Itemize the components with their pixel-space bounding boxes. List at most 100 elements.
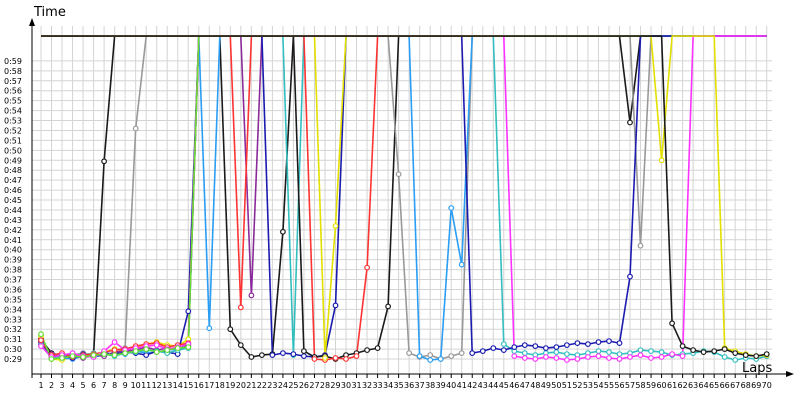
data-point xyxy=(143,352,150,359)
data-point xyxy=(564,357,570,363)
x-tick-label: 11 xyxy=(141,381,151,390)
data-point xyxy=(111,352,118,359)
data-point xyxy=(185,344,192,351)
x-tick-label: 2 xyxy=(49,381,54,390)
x-tick-label: 54 xyxy=(593,381,603,390)
x-tick-label: 31 xyxy=(351,381,361,390)
data-point xyxy=(290,351,297,358)
data-point xyxy=(448,205,455,211)
data-point xyxy=(332,355,339,361)
data-point xyxy=(458,261,465,268)
data-point xyxy=(721,354,728,360)
y-tick-label: 0:47 xyxy=(4,176,22,185)
x-tick-label: 24 xyxy=(278,381,288,390)
data-point xyxy=(574,356,581,362)
data-point xyxy=(553,355,560,361)
y-tick-label: 0:55 xyxy=(4,97,22,106)
data-point xyxy=(521,355,528,361)
series-line-12 xyxy=(41,35,767,360)
data-point xyxy=(153,349,160,356)
x-tick-label: 47 xyxy=(520,381,530,390)
y-tick-label: 0:50 xyxy=(4,146,22,155)
x-tick-label: 50 xyxy=(551,381,561,390)
data-point xyxy=(132,348,139,355)
x-tick-label: 64 xyxy=(699,381,709,390)
data-point xyxy=(448,353,455,360)
data-point xyxy=(627,354,633,360)
y-tick-label: 0:42 xyxy=(4,226,22,235)
data-point xyxy=(38,343,44,350)
x-tick-label: 46 xyxy=(509,381,519,390)
data-point xyxy=(395,171,402,178)
data-point xyxy=(763,351,770,358)
y-tick-label: 0:29 xyxy=(4,355,22,364)
data-point xyxy=(658,157,665,164)
data-point xyxy=(521,342,528,349)
data-point xyxy=(585,354,591,360)
y-tick-label: 0:31 xyxy=(4,335,22,344)
x-tick-label: 26 xyxy=(299,381,309,390)
y-tick-label: 0:39 xyxy=(4,256,22,265)
y-tick-label: 0:56 xyxy=(4,87,22,96)
lap-times-chart-svg: 1 2 3 4 5 6 7 8 9 10 11 12 13 14 15 16 17 18 19 20 21 22 23 24 2… xyxy=(4,5,794,390)
data-point xyxy=(700,349,707,356)
x-tick-label: 8 xyxy=(112,381,117,390)
series-line-19 xyxy=(41,35,767,361)
x-tick-label: 28 xyxy=(320,381,330,390)
data-point xyxy=(574,340,581,347)
x-tick-label: 23 xyxy=(267,381,277,390)
data-point xyxy=(595,348,602,355)
x-tick-label: 34 xyxy=(383,381,393,390)
y-tick-label: 0:57 xyxy=(4,77,22,86)
x-tick-label: 19 xyxy=(225,381,235,390)
data-point xyxy=(669,320,675,327)
x-tick-label: 70 xyxy=(762,381,772,390)
x-tick-label: 35 xyxy=(394,381,404,390)
y-tick-label: 0:53 xyxy=(4,117,22,126)
x-tick-label: 55 xyxy=(604,381,614,390)
data-point xyxy=(679,353,686,360)
data-point xyxy=(732,357,739,363)
y-tick-label: 0:35 xyxy=(4,295,22,304)
data-point xyxy=(101,158,107,165)
data-point xyxy=(648,355,654,361)
data-point xyxy=(259,352,265,359)
x-tick-label: 49 xyxy=(541,381,551,390)
x-tick-label: 69 xyxy=(751,381,761,390)
data-point xyxy=(90,352,97,359)
data-point xyxy=(38,331,44,338)
data-point xyxy=(206,325,213,332)
x-tick-label: 42 xyxy=(467,381,477,390)
x-tick-label: 9 xyxy=(123,381,128,390)
data-point xyxy=(658,349,665,356)
data-point xyxy=(174,345,181,352)
data-point xyxy=(690,347,696,354)
x-tick-label: 38 xyxy=(425,381,435,390)
data-point xyxy=(248,292,255,299)
data-point xyxy=(521,350,528,357)
data-point xyxy=(385,303,392,310)
data-point xyxy=(301,348,307,355)
x-axis-title: Laps xyxy=(742,361,772,376)
series-line-2 xyxy=(40,35,767,357)
data-point xyxy=(648,348,654,355)
data-point xyxy=(280,350,286,357)
y-tick-label: 0:37 xyxy=(4,276,22,285)
y-tick-label: 0:34 xyxy=(4,305,22,314)
y-tick-label: 0:33 xyxy=(4,315,22,324)
data-point xyxy=(742,352,749,359)
y-tick-label: 0:44 xyxy=(4,206,22,215)
x-tick-label: 5 xyxy=(81,381,86,390)
data-point xyxy=(532,343,539,350)
data-point xyxy=(616,340,623,347)
data-point xyxy=(111,347,118,354)
data-point xyxy=(353,353,360,360)
x-tick-label: 58 xyxy=(635,381,645,390)
x-tick-label: 56 xyxy=(614,381,624,390)
x-tick-label: 1 xyxy=(38,381,43,390)
x-tick-label: 44 xyxy=(488,381,498,390)
x-tick-label: 21 xyxy=(246,381,256,390)
series-line-21 xyxy=(41,35,767,357)
data-point xyxy=(564,342,570,349)
series-line-16 xyxy=(41,35,767,361)
